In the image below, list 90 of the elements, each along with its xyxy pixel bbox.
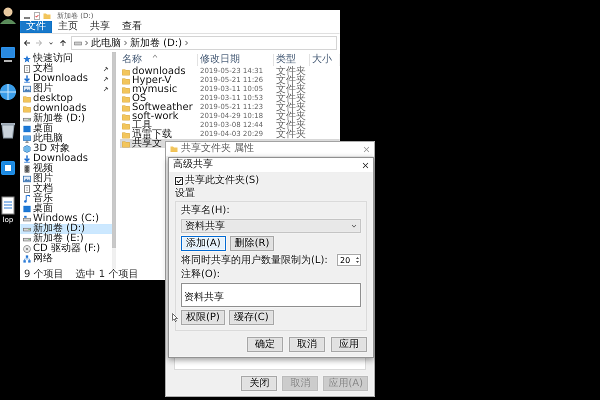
nav-item[interactable]: 桌面 xyxy=(20,204,112,214)
breadcrumb-segment[interactable]: 此电脑 xyxy=(91,38,121,48)
nav-item[interactable]: 图片 xyxy=(20,174,112,184)
nav-item[interactable]: Windows (C:) xyxy=(20,214,112,224)
document-icon xyxy=(23,185,31,193)
nav-item[interactable]: 新加卷 (D:) xyxy=(20,224,112,234)
drive-icon xyxy=(23,225,31,233)
mouse-cursor-icon xyxy=(172,313,178,322)
app-icon[interactable] xyxy=(0,158,18,178)
close-icon[interactable] xyxy=(362,162,369,168)
nav-item[interactable]: 文档 xyxy=(20,64,112,74)
nav-item[interactable]: 音乐 xyxy=(20,194,112,204)
film-icon xyxy=(23,165,31,173)
ribbon-tab[interactable]: 文件 xyxy=(20,21,52,33)
up-arrow-icon[interactable] xyxy=(59,39,67,47)
computer-icon xyxy=(23,135,31,143)
drive-icon xyxy=(23,115,31,123)
folder-icon xyxy=(170,145,178,153)
drive-icon xyxy=(74,39,82,47)
desktop-icon xyxy=(23,125,31,133)
nav-item[interactable]: CD 驱动器 (F:) xyxy=(20,244,112,254)
dialog-button[interactable]: 关闭 xyxy=(241,376,278,391)
item-count: 9 个项目 xyxy=(24,269,64,280)
field-label: 注释(O): xyxy=(181,269,222,280)
recycle-bin-icon[interactable] xyxy=(0,120,18,140)
dropdown-caret-icon[interactable] xyxy=(47,39,55,47)
dialog-button[interactable]: 添加(A) xyxy=(181,236,226,251)
field-label: 将同时共享的用户数量限制为(L): xyxy=(181,254,328,266)
nav-item[interactable]: 图片 xyxy=(20,84,112,94)
checkbox[interactable] xyxy=(175,176,183,184)
cube-icon xyxy=(23,145,31,153)
sort-caret-icon xyxy=(152,54,158,58)
checklist-icon[interactable] xyxy=(33,12,41,20)
nav-item[interactable]: 视频 xyxy=(20,164,112,174)
picture-icon xyxy=(23,85,31,93)
nav-item[interactable]: downloads xyxy=(20,104,112,114)
ribbon-tab[interactable]: 查看 xyxy=(116,21,148,33)
star-icon xyxy=(23,55,31,63)
checkbox-label: 共享此文件夹(S) xyxy=(185,175,260,186)
dialog-button[interactable]: 删除(R) xyxy=(230,236,274,251)
nav-item[interactable]: 快速访问 xyxy=(20,54,112,64)
ribbon-tab[interactable]: 共享 xyxy=(84,21,116,33)
nav-item[interactable]: 桌面 xyxy=(20,124,112,134)
column-header[interactable]: 修改日期 xyxy=(200,54,240,66)
back-arrow-icon[interactable] xyxy=(23,39,31,47)
chevron-icon xyxy=(184,40,190,46)
address-bar[interactable]: 此电脑 新加卷 (D:) xyxy=(71,36,337,50)
dropdown-caret-icon xyxy=(351,224,357,228)
chevron-icon xyxy=(84,40,89,46)
number-spinner[interactable]: 20 xyxy=(337,254,361,266)
download-arrow-icon xyxy=(23,155,31,163)
nav-item[interactable]: 文档 xyxy=(20,184,112,194)
dialog-button[interactable]: 缓存(C) xyxy=(228,310,274,325)
nav-item[interactable]: 此电脑 xyxy=(20,134,112,144)
user-icon[interactable] xyxy=(0,6,18,26)
drive-icon xyxy=(23,235,31,243)
nav-item[interactable]: 新加卷 (E:) xyxy=(20,234,112,244)
nav-item[interactable]: 3D 对象 xyxy=(20,144,112,154)
spin-arrows-icon xyxy=(355,255,360,265)
drive-icon xyxy=(23,215,31,223)
selection-count: 选中 1 个项目 xyxy=(76,269,138,280)
nav-item[interactable]: Downloads xyxy=(20,154,112,164)
dialog-button[interactable]: 应用 xyxy=(331,337,367,352)
download-arrow-icon xyxy=(23,75,31,83)
chevron-icon xyxy=(123,40,128,46)
dialog-button[interactable]: 权限(P) xyxy=(181,310,225,325)
group-label: 设置 xyxy=(175,188,196,199)
comment-field[interactable]: 资料共享 xyxy=(181,283,361,307)
column-header[interactable]: 大小 xyxy=(312,54,332,66)
desktop-icon xyxy=(23,205,31,213)
dialog-title: 高级共享 xyxy=(173,159,213,171)
column-header[interactable]: 名称 xyxy=(122,54,142,66)
dialog-button[interactable]: 确定 xyxy=(247,337,283,352)
document-icon xyxy=(23,65,31,73)
scrollbar[interactable] xyxy=(112,52,116,269)
nav-item[interactable]: desktop xyxy=(20,94,112,104)
dialog-button[interactable]: 取消 xyxy=(289,337,325,352)
dialog-title: 共享文件夹 属性 xyxy=(181,143,254,155)
nav-item[interactable]: 新加卷 (D:) xyxy=(20,114,112,124)
globe-icon[interactable] xyxy=(0,82,18,102)
picture-icon xyxy=(23,175,31,183)
column-header[interactable]: 类型 xyxy=(276,54,296,66)
field-label: 共享名(H): xyxy=(181,205,231,216)
breadcrumb-segment[interactable]: 新加卷 (D:) xyxy=(130,38,182,48)
nav-item[interactable]: 网络 xyxy=(20,254,112,264)
music-note-icon xyxy=(23,195,31,203)
ribbon-tab[interactable]: 主页 xyxy=(52,21,84,33)
nav-item[interactable]: Downloads xyxy=(20,74,112,84)
disc-icon xyxy=(23,245,31,253)
share-name-dropdown[interactable]: 资料共享 xyxy=(181,219,361,233)
